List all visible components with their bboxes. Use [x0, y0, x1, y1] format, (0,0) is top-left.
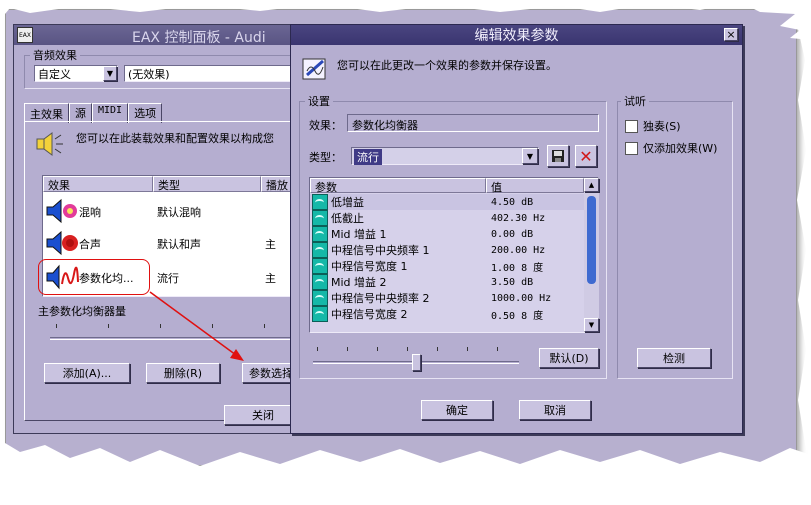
parameter-value: 402.30 Hz [491, 212, 546, 224]
parameter-name: 中程信号中央频率 2 [331, 292, 430, 305]
parameter-row[interactable]: 中程信号宽度 1 1.00 8 度 [310, 258, 584, 274]
detect-button[interactable]: 检测 [637, 348, 711, 368]
settings-label: 设置 [305, 93, 333, 109]
ok-button[interactable]: 确定 [421, 400, 493, 420]
parameter-value-slider[interactable] [309, 345, 521, 375]
parameter-icon [312, 210, 328, 226]
checkbox[interactable] [625, 141, 638, 155]
parameter-row[interactable]: 低增益 4.50 dB [310, 194, 584, 210]
checkbox[interactable] [625, 119, 638, 133]
parameter-name: 低增益 [331, 196, 364, 209]
scroll-thumb[interactable] [587, 196, 596, 284]
save-icon[interactable] [547, 145, 569, 167]
type-value: 流行 [354, 149, 382, 165]
parameter-icon [312, 226, 328, 242]
parameter-name: 低截止 [331, 212, 364, 225]
effect-name-field: 参数化均衡器 [347, 114, 599, 132]
header-value[interactable]: 值 [486, 178, 584, 194]
parameter-value: 0.00 dB [491, 228, 534, 240]
parameter-name: 中程信号宽度 1 [331, 260, 408, 273]
close-icon[interactable]: × [724, 28, 738, 41]
parameter-value: 1000.00 Hz [491, 292, 552, 304]
add-effect-only-label: 仅添加效果(W) [643, 142, 718, 155]
audition-label: 试听 [621, 93, 649, 109]
dialog-title: 编辑效果参数 [474, 28, 559, 44]
parameter-value: 4.50 dB [491, 196, 534, 208]
parameter-icon [312, 242, 328, 258]
parameter-value: 1.00 8 度 [491, 262, 544, 274]
parameter-name: 中程信号中央频率 1 [331, 244, 430, 257]
edit-effect-parameters-dialog: 编辑效果参数 × 您可以在此更改一个效果的参数并保存设置。 设置 效果： 参数化… [290, 24, 743, 434]
dialog-intro: 您可以在此更改一个效果的参数并保存设置。 [337, 59, 557, 72]
scrollbar[interactable]: ▲ ▼ [584, 178, 599, 332]
type-select[interactable]: 流行 ▼ [351, 147, 539, 165]
parameter-name: Mid 增益 2 [331, 276, 387, 289]
parameter-value: 0.50 8 度 [491, 310, 544, 322]
parameter-row[interactable]: Mid 增益 2 3.50 dB [310, 274, 584, 290]
dialog-title-bar[interactable]: 编辑效果参数 × [291, 25, 742, 45]
parameter-row[interactable]: 中程信号宽度 2 0.50 8 度 [310, 306, 584, 322]
parameter-row[interactable]: 中程信号中央频率 1 200.00 Hz [310, 242, 584, 258]
parameter-value: 3.50 dB [491, 276, 534, 288]
parameter-list: 参数 值 低增益 4.50 dB 低截止 402.30 Hz Mid 增益 1 0.00 … [309, 177, 599, 333]
parameter-icon [312, 306, 328, 322]
parameter-icon [312, 290, 328, 306]
parameter-row[interactable]: 低截止 402.30 Hz [310, 210, 584, 226]
cancel-button[interactable]: 取消 [519, 400, 591, 420]
parameter-icon [312, 258, 328, 274]
parameter-row[interactable]: Mid 增益 1 0.00 dB [310, 226, 584, 242]
delete-preset-icon[interactable]: ✕ [575, 145, 597, 167]
add-effect-only-checkbox[interactable]: 仅添加效果(W) [625, 140, 717, 156]
scroll-up-icon[interactable]: ▲ [584, 178, 599, 192]
scroll-down-icon[interactable]: ▼ [584, 318, 599, 332]
header-parameter[interactable]: 参数 [310, 178, 486, 194]
default-button[interactable]: 默认(D) [539, 348, 599, 368]
type-label: 类型： [309, 151, 342, 164]
effect-label: 效果： [309, 119, 342, 132]
parameter-name: 中程信号宽度 2 [331, 308, 408, 321]
solo-label: 独奏(S) [643, 120, 681, 133]
chevron-down-icon[interactable]: ▼ [522, 148, 538, 164]
parameter-value: 200.00 Hz [491, 244, 546, 256]
parameter-name: Mid 增益 1 [331, 228, 387, 241]
parameter-icon [312, 194, 328, 210]
parameter-icon [312, 274, 328, 290]
parameter-rows: 低增益 4.50 dB 低截止 402.30 Hz Mid 增益 1 0.00 dB 中程信… [310, 194, 584, 322]
parameter-row[interactable]: 中程信号中央频率 2 1000.00 Hz [310, 290, 584, 306]
edit-document-icon [302, 58, 326, 80]
slider-thumb[interactable] [411, 354, 421, 371]
solo-checkbox[interactable]: 独奏(S) [625, 118, 681, 134]
